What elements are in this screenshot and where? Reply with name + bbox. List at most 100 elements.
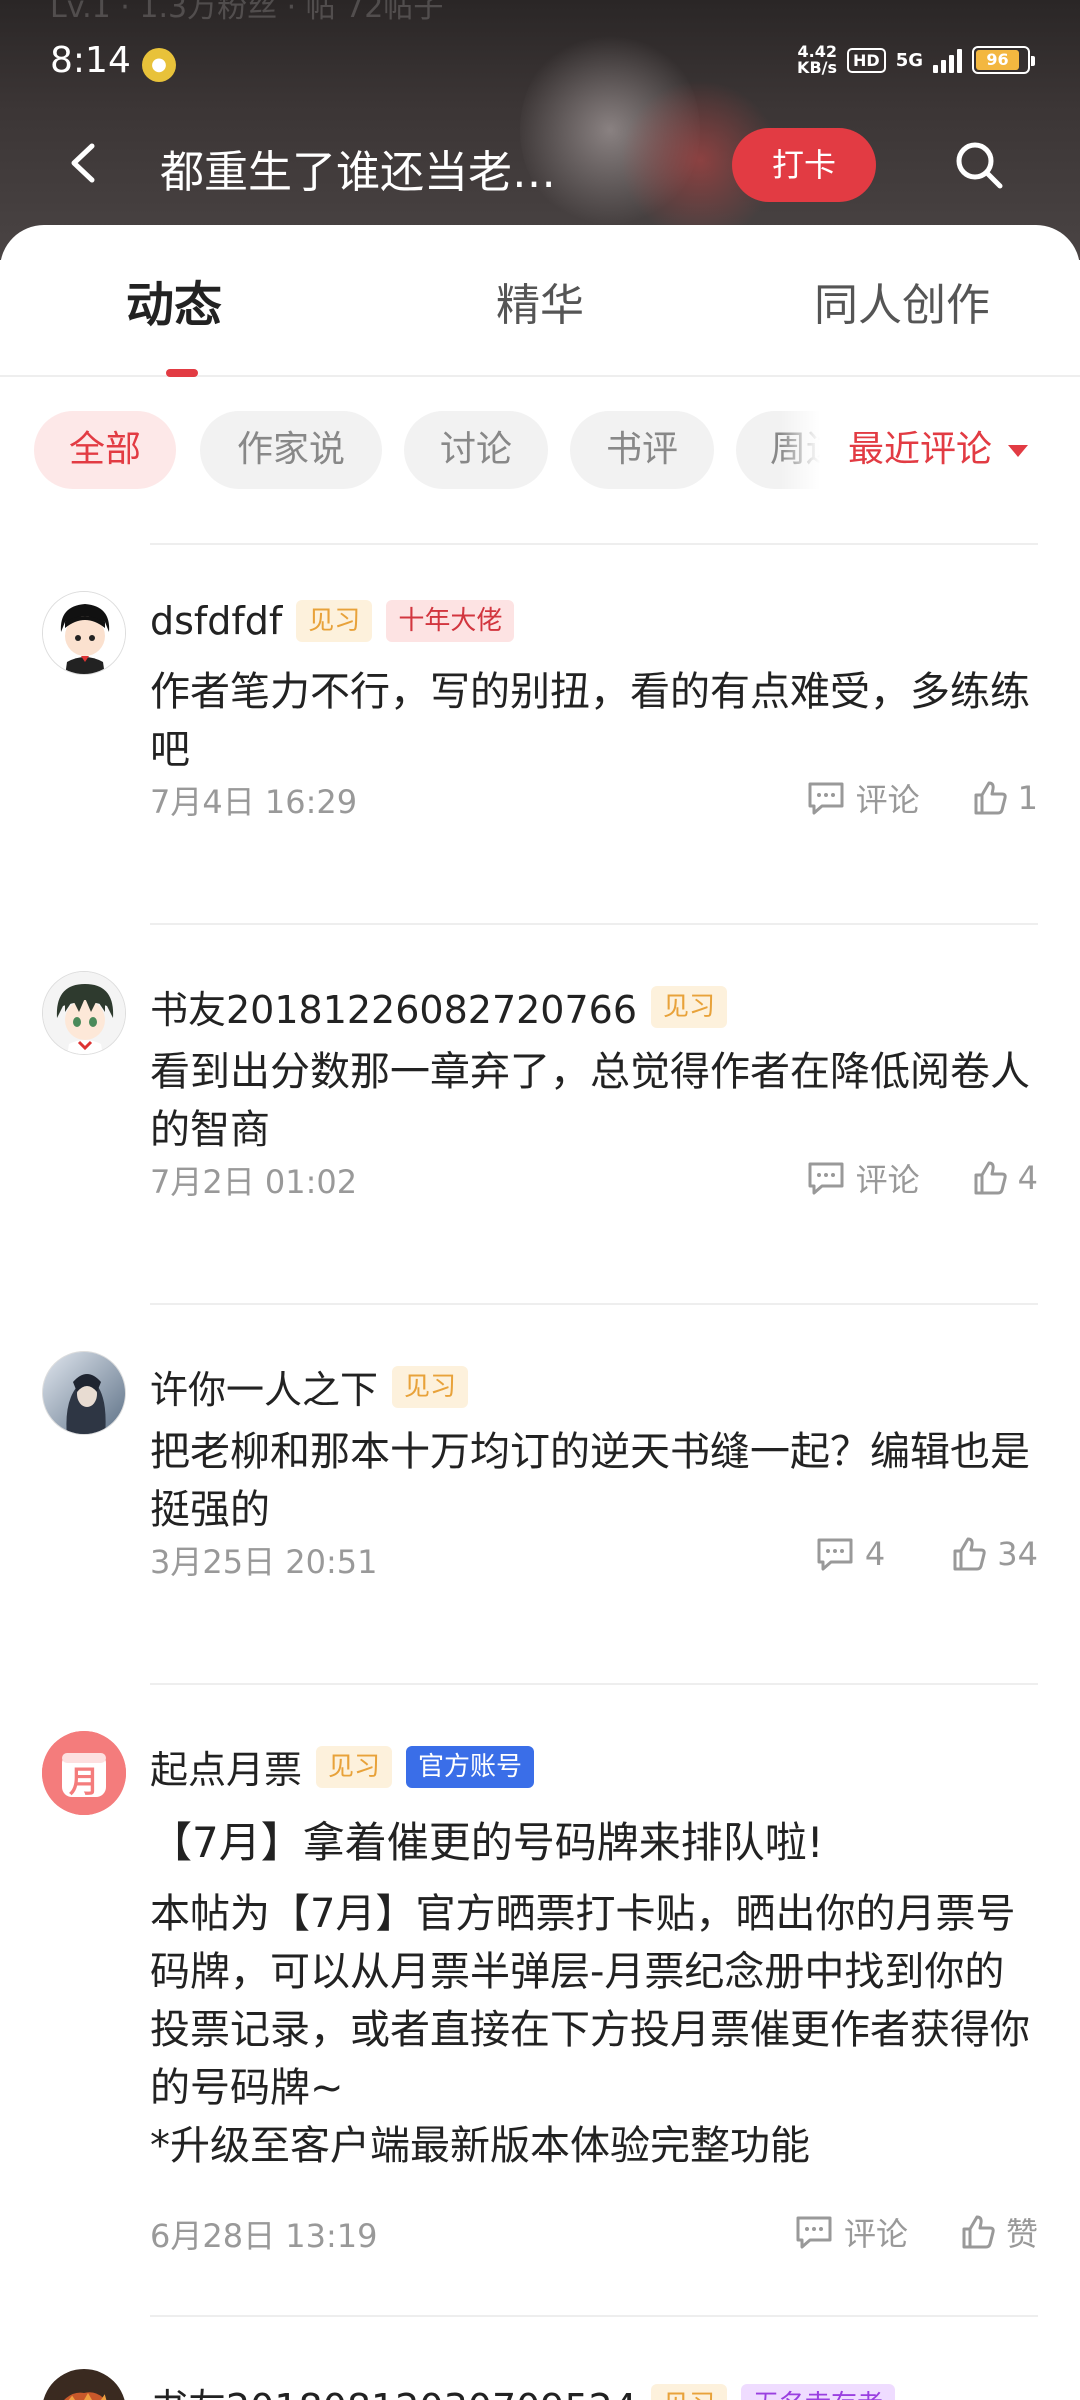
divider xyxy=(150,543,1038,545)
title-badge: 无名幸存者 xyxy=(741,2383,896,2400)
post-actions: 4 34 xyxy=(815,1535,1038,1573)
username-row: 许你一人之下 见习 xyxy=(150,1359,469,1414)
post-content[interactable]: 本帖为【7月】官方晒票打卡贴，晒出你的月票号码牌，可以从月票半弹层-月票纪念册中… xyxy=(150,1885,1040,2117)
comment-button[interactable]: 评论 xyxy=(806,1155,920,1201)
caret-down-icon xyxy=(1008,445,1029,457)
post-content[interactable]: 把老柳和那本十万均订的逆天书缝一起？编辑也是挺强的 xyxy=(150,1423,1040,1539)
filter-chips: 全部 作家说 讨论 书评 周边 最近评论 xyxy=(0,411,1080,491)
avatar[interactable] xyxy=(42,591,126,675)
username[interactable]: dsfdfdf xyxy=(150,599,282,643)
comment-button[interactable]: 4 xyxy=(815,1535,885,1573)
post-actions: 评论 1 xyxy=(806,775,1038,821)
avatar[interactable]: 月 xyxy=(42,1731,126,1815)
divider xyxy=(150,2315,1038,2317)
status-right: 4.42 KB/s HD 5G 96 xyxy=(797,44,1035,76)
official-badge: 官方账号 xyxy=(406,1745,535,1788)
header-background: Lv.1 · 1.3万粉丝 · 帖 72帖子 8:14 ● 4.42 KB/s … xyxy=(0,0,1080,260)
status-bar: 8:14 ● 4.42 KB/s HD 5G 96 xyxy=(0,30,1080,100)
username[interactable]: 许你一人之下 xyxy=(150,1359,378,1414)
thumbs-up-icon xyxy=(974,781,1007,815)
tab-bar: 动态 精华 同人创作 xyxy=(0,225,1080,377)
chip-review[interactable]: 书评 xyxy=(570,411,714,489)
post-actions: 评论 赞 xyxy=(794,2209,1038,2255)
avatar-anime-icon xyxy=(43,972,125,1054)
chip-discussion[interactable]: 讨论 xyxy=(404,411,548,489)
post-content[interactable]: 看到出分数那一章弃了，总觉得作者在降低阅卷人的智商 xyxy=(150,1043,1040,1159)
like-count: 1 xyxy=(1017,779,1038,817)
like-label: 赞 xyxy=(1005,2215,1038,2253)
comment-icon xyxy=(817,1538,853,1571)
post-content[interactable]: 作者笔力不行，写的别扭，看的有点难受，多练练吧 xyxy=(150,663,1040,779)
like-count: 34 xyxy=(997,1535,1038,1573)
level-badge: 见习 xyxy=(296,600,373,642)
comment-count: 4 xyxy=(864,1535,886,1573)
username[interactable]: 书友20181226082720766 xyxy=(150,979,637,1034)
like-button[interactable]: 赞 xyxy=(960,2209,1038,2255)
post-headline[interactable]: 【7月】拿着催更的号码牌来排队啦! xyxy=(150,1809,824,1870)
like-count: 4 xyxy=(1017,1159,1038,1197)
sort-label: 最近评论 xyxy=(848,429,993,470)
post-content-note: *升级至客户端最新版本体验完整功能 xyxy=(150,2123,810,2169)
level-badge: 见习 xyxy=(651,985,728,1028)
comment-label: 评论 xyxy=(843,2215,908,2253)
tab-featured[interactable]: 精华 xyxy=(496,269,584,333)
tab-fan-creation[interactable]: 同人创作 xyxy=(814,269,990,333)
network-speed: 4.42 KB/s xyxy=(797,44,837,76)
signal-icon xyxy=(933,47,962,73)
sort-dropdown[interactable]: 最近评论 xyxy=(820,411,1080,489)
comment-button[interactable]: 评论 xyxy=(794,2209,908,2255)
status-time: 8:14 xyxy=(50,40,131,81)
avatar-dragon-icon xyxy=(42,2369,126,2400)
post-time: 7月4日 16:29 xyxy=(150,783,358,821)
chips-fade xyxy=(780,411,820,489)
username-row: 书友20181226082720766 见习 xyxy=(150,979,728,1034)
chip-author-says[interactable]: 作家说 xyxy=(200,411,382,489)
network-speed-unit: KB/s xyxy=(797,58,838,77)
post-actions: 评论 4 xyxy=(806,1155,1038,1201)
battery-level: 96 xyxy=(976,50,1019,70)
like-button[interactable]: 4 xyxy=(972,1159,1038,1197)
content-sheet: 动态 精华 同人创作 全部 作家说 讨论 书评 周边 最近评论 xyxy=(0,225,1080,2400)
comment-label: 评论 xyxy=(855,781,920,819)
divider xyxy=(150,1683,1038,1685)
comment-icon xyxy=(808,1162,844,1195)
username-row: dsfdfdf 见习 十年大佬 xyxy=(150,599,515,643)
title-badge: 十年大佬 xyxy=(386,600,515,642)
nav-bar: 都重生了谁还当老… 打卡 xyxy=(0,118,1080,208)
username[interactable]: 起点月票 xyxy=(150,1739,302,1794)
avatar-warrior-icon xyxy=(43,1352,125,1434)
post-time: 7月2日 01:02 xyxy=(150,1163,358,1201)
avatar-boy-icon xyxy=(43,592,125,674)
avatar[interactable] xyxy=(42,2369,126,2400)
level-badge: 见习 xyxy=(651,2383,728,2400)
post-time: 3月25日 20:51 xyxy=(150,1543,378,1581)
like-button[interactable]: 34 xyxy=(951,1535,1038,1573)
tab-indicator xyxy=(166,369,198,377)
tab-dynamic[interactable]: 动态 xyxy=(126,265,222,335)
comment-icon xyxy=(796,2216,832,2249)
username-row: 起点月票 见习 官方账号 xyxy=(150,1739,535,1794)
like-button[interactable]: 1 xyxy=(972,779,1038,817)
level-badge: 见习 xyxy=(316,1745,393,1788)
avatar[interactable] xyxy=(42,971,126,1055)
username-row: 书友20180812030709524 见习 无名幸存者 xyxy=(150,2377,896,2400)
avatar-text: 月 xyxy=(69,1765,99,1800)
divider xyxy=(150,1303,1038,1305)
page-title: 都重生了谁还当老… xyxy=(160,147,556,198)
network-type: 5G xyxy=(895,49,923,71)
post-time: 6月28日 13:19 xyxy=(150,2217,378,2255)
search-icon[interactable] xyxy=(952,138,1006,192)
thumbs-up-icon xyxy=(962,2215,995,2249)
back-arrow-icon[interactable] xyxy=(62,140,108,186)
username[interactable]: 书友20180812030709524 xyxy=(150,2377,637,2400)
hd-icon: HD xyxy=(847,47,886,73)
comment-icon xyxy=(808,782,844,815)
comment-label: 评论 xyxy=(855,1161,920,1199)
thumbs-up-icon xyxy=(953,1537,986,1571)
thumbs-up-icon xyxy=(974,1161,1007,1195)
header-ghost-text: Lv.1 · 1.3万粉丝 · 帖 72帖子 xyxy=(50,0,444,25)
checkin-button[interactable]: 打卡 xyxy=(732,128,876,202)
comment-button[interactable]: 评论 xyxy=(806,775,920,821)
avatar[interactable] xyxy=(42,1351,126,1435)
chip-all[interactable]: 全部 xyxy=(34,411,176,489)
